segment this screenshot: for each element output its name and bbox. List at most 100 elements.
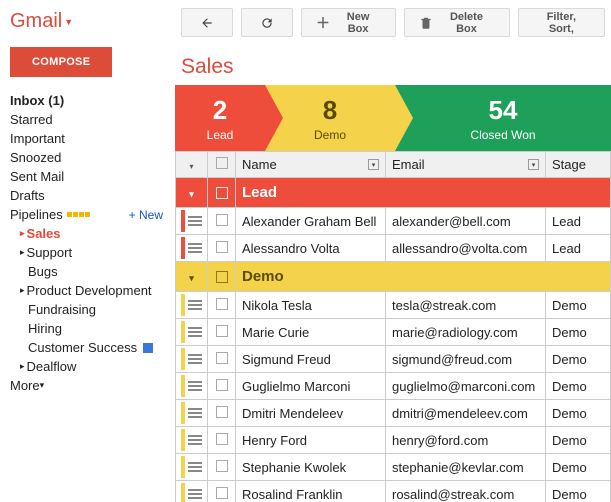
delete-box-label: Delete Box [438, 11, 495, 35]
table-row[interactable]: Alessandro Voltaallessandro@volta.comLea… [176, 235, 611, 262]
cell-stage[interactable]: Demo [546, 481, 611, 502]
cell-stage[interactable]: Lead [546, 235, 611, 262]
header-stage[interactable]: Stage [546, 152, 611, 178]
cell-email[interactable]: henry@ford.com [386, 427, 546, 454]
refresh-button[interactable] [241, 8, 293, 37]
nav-sentmail[interactable]: Sent Mail [10, 167, 175, 186]
cell-stage[interactable]: Demo [546, 373, 611, 400]
row-checkbox-cell[interactable] [208, 373, 236, 400]
row-handle[interactable] [176, 427, 208, 454]
nav-snoozed[interactable]: Snoozed [10, 148, 175, 167]
nav-support[interactable]: ▸Support [10, 243, 175, 262]
cell-email[interactable]: dmitri@mendeleev.com [386, 400, 546, 427]
row-handle[interactable] [176, 292, 208, 319]
row-checkbox-cell[interactable] [208, 319, 236, 346]
nav-fundraising[interactable]: Fundraising [10, 300, 175, 319]
nav-drafts[interactable]: Drafts [10, 186, 175, 205]
nav-sales[interactable]: ▸Sales [10, 224, 175, 243]
row-checkbox-cell[interactable] [208, 481, 236, 502]
header-name[interactable]: Name▾ [236, 152, 386, 178]
cell-name[interactable]: Henry Ford [236, 427, 386, 454]
cell-stage[interactable]: Lead [546, 208, 611, 235]
nav-important[interactable]: Important [10, 129, 175, 148]
section-header-demo[interactable]: ▾Demo [176, 262, 611, 292]
row-handle[interactable] [176, 400, 208, 427]
column-menu-icon[interactable]: ▾ [528, 159, 539, 170]
cell-name[interactable]: Sigmund Freud [236, 346, 386, 373]
row-handle[interactable] [176, 346, 208, 373]
cell-name[interactable]: Stephanie Kwolek [236, 454, 386, 481]
cell-stage[interactable]: Demo [546, 400, 611, 427]
nav-inbox[interactable]: Inbox (1) [10, 91, 175, 110]
section-checkbox[interactable] [216, 271, 228, 283]
cell-stage[interactable]: Demo [546, 346, 611, 373]
table-row[interactable]: Stephanie Kwolekstephanie@kevlar.comDemo [176, 454, 611, 481]
section-checkbox[interactable] [216, 187, 228, 199]
row-handle[interactable] [176, 235, 208, 262]
table-row[interactable]: Guglielmo Marconiguglielmo@marconi.comDe… [176, 373, 611, 400]
cell-name[interactable]: Marie Curie [236, 319, 386, 346]
cell-stage[interactable]: Demo [546, 454, 611, 481]
header-checkbox[interactable] [208, 152, 236, 178]
filter-sort-button[interactable]: Filter, Sort, [518, 8, 605, 37]
cell-name[interactable]: Dmitri Mendeleev [236, 400, 386, 427]
table-row[interactable]: Henry Fordhenry@ford.comDemo [176, 427, 611, 454]
nav-more[interactable]: More ▾ [10, 376, 175, 395]
cell-email[interactable]: rosalind@streak.com [386, 481, 546, 502]
row-checkbox-cell[interactable] [208, 400, 236, 427]
stage-closedwon[interactable]: 54 Closed Won [395, 85, 611, 151]
collapse-icon: ▾ [189, 273, 194, 283]
row-handle[interactable] [176, 208, 208, 235]
row-checkbox-cell[interactable] [208, 235, 236, 262]
nav-starred[interactable]: Starred [10, 110, 175, 129]
cell-name[interactable]: Alessandro Volta [236, 235, 386, 262]
table-row[interactable]: Alexander Graham Bellalexander@bell.comL… [176, 208, 611, 235]
row-checkbox-cell[interactable] [208, 292, 236, 319]
cell-name[interactable]: Rosalind Franklin [236, 481, 386, 502]
back-button[interactable] [181, 8, 233, 37]
row-checkbox-cell[interactable] [208, 427, 236, 454]
new-pipeline-link[interactable]: + New [129, 208, 163, 222]
nav-pipelines[interactable]: Pipelines + New [10, 205, 175, 224]
nav-dealflow[interactable]: ▸Dealflow [10, 357, 175, 376]
cell-email[interactable]: allessandro@volta.com [386, 235, 546, 262]
table-row[interactable]: Sigmund Freudsigmund@freud.comDemo [176, 346, 611, 373]
new-box-button[interactable]: ＋New Box [301, 8, 396, 37]
cell-email[interactable]: sigmund@freud.com [386, 346, 546, 373]
table-row[interactable]: Marie Curiemarie@radiology.comDemo [176, 319, 611, 346]
delete-box-button[interactable]: Delete Box [404, 8, 510, 37]
cell-email[interactable]: tesla@streak.com [386, 292, 546, 319]
header-dropdown[interactable]: ▾ [176, 152, 208, 178]
row-handle[interactable] [176, 481, 208, 502]
section-header-lead[interactable]: ▾Lead [176, 178, 611, 208]
stage-lead[interactable]: 2 Lead [175, 85, 265, 151]
column-menu-icon[interactable]: ▾ [368, 159, 379, 170]
nav-customersuccess[interactable]: Customer Success [10, 338, 175, 357]
stage-demo[interactable]: 8 Demo [265, 85, 395, 151]
row-handle[interactable] [176, 373, 208, 400]
nav-productdev[interactable]: ▸Product Development [10, 281, 175, 300]
cell-email[interactable]: guglielmo@marconi.com [386, 373, 546, 400]
logo-area[interactable]: Gmail ▼ [10, 10, 175, 33]
row-handle[interactable] [176, 319, 208, 346]
table-row[interactable]: Rosalind Franklinrosalind@streak.comDemo [176, 481, 611, 502]
cell-stage[interactable]: Demo [546, 292, 611, 319]
cell-email[interactable]: marie@radiology.com [386, 319, 546, 346]
cell-stage[interactable]: Demo [546, 427, 611, 454]
row-checkbox-cell[interactable] [208, 346, 236, 373]
cell-email[interactable]: alexander@bell.com [386, 208, 546, 235]
cell-stage[interactable]: Demo [546, 319, 611, 346]
row-handle[interactable] [176, 454, 208, 481]
nav-bugs[interactable]: Bugs [10, 262, 175, 281]
header-email[interactable]: Email▾ [386, 152, 546, 178]
row-checkbox-cell[interactable] [208, 208, 236, 235]
compose-button[interactable]: COMPOSE [10, 47, 112, 77]
table-row[interactable]: Nikola Teslatesla@streak.comDemo [176, 292, 611, 319]
row-checkbox-cell[interactable] [208, 454, 236, 481]
table-row[interactable]: Dmitri Mendeleevdmitri@mendeleev.comDemo [176, 400, 611, 427]
nav-hiring[interactable]: Hiring [10, 319, 175, 338]
cell-name[interactable]: Guglielmo Marconi [236, 373, 386, 400]
cell-name[interactable]: Nikola Tesla [236, 292, 386, 319]
cell-name[interactable]: Alexander Graham Bell [236, 208, 386, 235]
cell-email[interactable]: stephanie@kevlar.com [386, 454, 546, 481]
